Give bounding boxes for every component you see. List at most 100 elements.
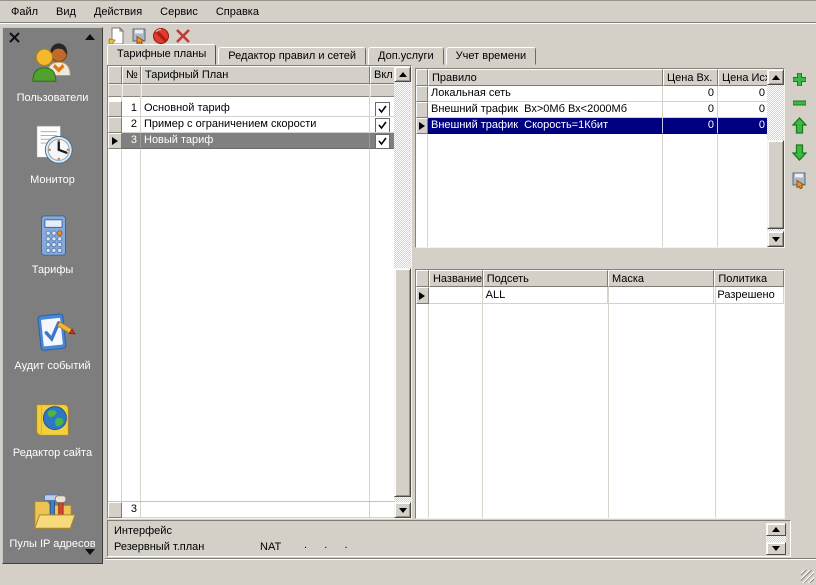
- subnet-name: [429, 287, 483, 304]
- scroll-down-button[interactable]: [767, 231, 784, 247]
- column-header-mask[interactable]: Маска: [608, 270, 714, 287]
- column-header-price-in[interactable]: Цена Вх.: [663, 69, 718, 86]
- column-header-price-out[interactable]: Цена Исх.: [718, 69, 769, 86]
- sidebar-item-site-editor[interactable]: Редактор сайта: [3, 397, 102, 459]
- sidebar-item-audit[interactable]: Аудит событий: [3, 310, 102, 372]
- interface-label: Интерфейс: [114, 525, 172, 537]
- subnet-policy: Разрешено: [714, 287, 784, 304]
- menu-file[interactable]: Файл: [2, 3, 47, 21]
- rules-grid-scrollbar[interactable]: [767, 69, 784, 247]
- column-header-num[interactable]: №: [122, 66, 141, 84]
- row-num: 2: [122, 117, 141, 133]
- sidebar-item-label: Монитор: [3, 174, 102, 186]
- row-num: 1: [122, 101, 141, 117]
- checkbox-checked[interactable]: [375, 134, 390, 149]
- move-up-button[interactable]: [792, 117, 807, 137]
- table-row-selected[interactable]: Внешний трафик Скорость=1Кбит 0 0: [416, 118, 784, 134]
- tab-extra-services[interactable]: Доп.услуги: [368, 47, 444, 65]
- table-row-selected[interactable]: 3 Новый тариф: [108, 133, 411, 149]
- table-row[interactable]: Локальная сеть 0 0: [416, 86, 784, 102]
- apply-save-button[interactable]: [790, 171, 808, 192]
- site-editor-icon: [30, 397, 76, 443]
- table-row[interactable]: 2 Пример с ограничением скорости: [108, 117, 411, 133]
- column-header-name[interactable]: Название: [429, 270, 483, 287]
- new-document-icon[interactable]: [108, 27, 126, 45]
- row-marker-icon: [112, 137, 118, 145]
- save-icon[interactable]: [130, 27, 148, 45]
- table-row-selected[interactable]: ALL Разрешено: [416, 287, 784, 304]
- sidebar-scroll-down-icon[interactable]: [85, 549, 95, 555]
- tariff-name: Пример с ограничением скорости: [141, 117, 370, 133]
- column-header-policy[interactable]: Политика: [714, 270, 784, 287]
- scroll-down-icon: [772, 546, 780, 551]
- scroll-up-button[interactable]: [766, 523, 786, 536]
- delete-icon[interactable]: [174, 27, 192, 45]
- subnet-value: ALL: [483, 287, 608, 304]
- move-down-button[interactable]: [792, 144, 807, 164]
- menu-service[interactable]: Сервис: [151, 3, 207, 21]
- column-header-subnet[interactable]: Подсеть: [483, 270, 608, 287]
- scroll-down-icon: [772, 237, 780, 242]
- column-header-plan[interactable]: Тарифный План: [141, 66, 370, 84]
- tab-time-accounting[interactable]: Учет времени: [446, 47, 537, 65]
- row-marker-icon: [419, 122, 425, 130]
- enabled-cell: [370, 133, 396, 149]
- price-out: 0: [718, 86, 769, 102]
- table-row[interactable]: Внешний трафик Вх>0Мб Вх<2000Мб 0 0: [416, 102, 784, 118]
- menu-help[interactable]: Справка: [207, 3, 268, 21]
- sidebar-item-label: Редактор сайта: [3, 447, 102, 459]
- price-in: 0: [663, 118, 718, 134]
- scrollbar-track[interactable]: [394, 82, 411, 502]
- sidebar-item-users[interactable]: Пользователи: [3, 40, 102, 104]
- checkbox-checked[interactable]: [375, 102, 390, 117]
- grid-fixed-row: [108, 84, 411, 97]
- reserve-plan-label: Резервный т.план: [114, 541, 204, 553]
- rules-actions: [789, 71, 809, 192]
- checkbox-checked[interactable]: [375, 118, 390, 133]
- row-marker-icon: [419, 292, 425, 300]
- remove-rule-button[interactable]: [791, 98, 808, 110]
- menu-actions[interactable]: Действия: [85, 3, 151, 21]
- scroll-up-button[interactable]: [767, 69, 784, 85]
- scroll-up-button[interactable]: [394, 66, 411, 82]
- rule-name: Внешний трафик Скорость=1Кбит: [428, 118, 663, 134]
- subnet-mask: [608, 287, 714, 304]
- grid-footer-row: 3: [108, 501, 396, 518]
- scrollbar-thumb[interactable]: [767, 140, 784, 229]
- reserve-plan-dots: . . .: [304, 539, 350, 551]
- row-num: 3: [122, 133, 141, 149]
- tab-rules-editor[interactable]: Редактор правил и сетей: [218, 47, 366, 65]
- price-out: 0: [718, 102, 769, 118]
- status-scrollbar[interactable]: [766, 523, 786, 555]
- sidebar-item-label: Пользователи: [3, 92, 102, 104]
- tariff-plans-grid: № Тарифный План Вкл 1 Основной тариф 2 П…: [107, 65, 412, 519]
- resize-grip[interactable]: [801, 570, 814, 583]
- row-count: 3: [122, 502, 141, 518]
- tariff-name: Основной тариф: [141, 101, 370, 117]
- rule-name: Внешний трафик Вх>0Мб Вх<2000Мб: [428, 102, 663, 118]
- column-header-enabled[interactable]: Вкл: [370, 66, 396, 84]
- scrollbar-thumb[interactable]: [394, 268, 411, 497]
- scroll-down-button[interactable]: [766, 542, 786, 555]
- add-rule-button[interactable]: [791, 71, 808, 91]
- column-header-rule[interactable]: Правило: [428, 69, 663, 86]
- scroll-down-icon: [399, 508, 407, 513]
- ip-pools-icon: [30, 490, 76, 534]
- menu-view[interactable]: Вид: [47, 3, 85, 21]
- price-in: 0: [663, 86, 718, 102]
- enabled-cell: [370, 117, 396, 133]
- tab-tariff-plans[interactable]: Тарифные планы: [107, 44, 216, 65]
- sidebar-item-label: Аудит событий: [3, 360, 102, 372]
- tariff-grid-scrollbar[interactable]: [394, 66, 411, 518]
- scroll-down-button[interactable]: [394, 502, 411, 518]
- sidebar-item-ip-pools[interactable]: Пулы IP адресов: [3, 490, 102, 550]
- menu-bar: Файл Вид Действия Сервис Справка: [0, 1, 816, 24]
- scrollbar-track[interactable]: [767, 85, 784, 231]
- block-icon[interactable]: [152, 27, 170, 45]
- table-row[interactable]: 1 Основной тариф: [108, 101, 411, 117]
- sidebar-item-monitor[interactable]: Монитор: [3, 122, 102, 186]
- rules-grid: Правило Цена Вх. Цена Исх. Локальная сет…: [415, 68, 785, 248]
- rule-name: Локальная сеть: [428, 86, 663, 102]
- bottom-divider: [105, 558, 816, 560]
- sidebar-item-tariffs[interactable]: Тарифы: [3, 212, 102, 276]
